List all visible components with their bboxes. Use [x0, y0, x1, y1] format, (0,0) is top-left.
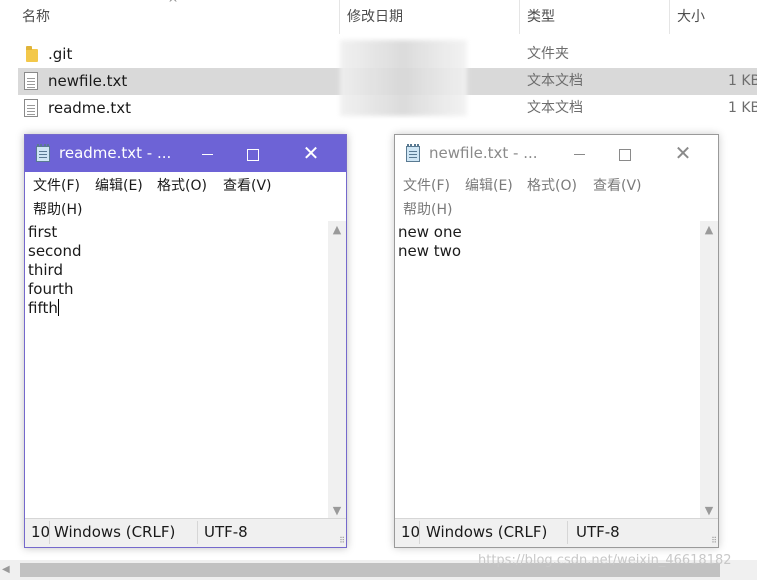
- notepad-window-newfile[interactable]: newfile.txt - ... ✕ 文件(F) 编辑(E) 格式(O) 查看…: [394, 134, 719, 548]
- resize-grip-icon[interactable]: ⠿: [339, 537, 345, 545]
- close-button[interactable]: ✕: [660, 135, 706, 172]
- close-icon: ✕: [674, 141, 692, 165]
- column-type[interactable]: 类型: [527, 0, 555, 34]
- text-file-icon: [24, 99, 38, 117]
- cursor-position: 10: [31, 523, 49, 541]
- file-type: 文本文档: [527, 73, 583, 89]
- cursor-position: 10: [401, 523, 419, 541]
- scroll-up-icon[interactable]: ▲: [328, 221, 346, 238]
- title-bar[interactable]: newfile.txt - ... ✕: [395, 135, 718, 172]
- notepad-icon: [405, 144, 421, 162]
- menu-help[interactable]: 帮助(H): [403, 198, 452, 222]
- maximize-button[interactable]: [602, 135, 648, 172]
- minimize-icon: [573, 154, 585, 155]
- text-line: second: [28, 242, 82, 260]
- close-button[interactable]: ✕: [288, 135, 334, 172]
- notepad-icon: [35, 144, 51, 162]
- file-size: 1 KB: [728, 73, 757, 89]
- status-divider: [49, 521, 50, 544]
- status-bar: 10 Windows (CRLF) UTF-8 ⠿: [395, 518, 718, 547]
- column-divider[interactable]: [669, 0, 670, 34]
- menu-format[interactable]: 格式(O): [527, 174, 577, 198]
- sort-caret-icon: ^: [168, 0, 179, 10]
- line-ending: Windows (CRLF): [54, 523, 176, 541]
- menu-view[interactable]: 查看(V): [223, 174, 272, 198]
- menu-file[interactable]: 文件(F): [33, 174, 80, 198]
- text-line: first: [28, 223, 58, 241]
- status-divider: [419, 521, 420, 544]
- vertical-scrollbar[interactable]: ▲ ▼: [328, 221, 346, 519]
- column-divider[interactable]: [339, 0, 340, 34]
- close-icon: ✕: [302, 141, 320, 165]
- text-caret: [57, 299, 59, 316]
- vertical-scrollbar[interactable]: ▲ ▼: [700, 221, 718, 519]
- text-line: new two: [398, 242, 462, 260]
- column-name[interactable]: 名称: [22, 0, 50, 34]
- file-size: 1 KB: [728, 100, 757, 116]
- file-type: 文本文档: [527, 100, 583, 116]
- scroll-up-icon[interactable]: ▲: [700, 221, 718, 238]
- file-name: .git: [48, 45, 73, 63]
- folder-icon: [26, 46, 38, 62]
- encoding: UTF-8: [204, 523, 248, 541]
- status-divider: [567, 521, 568, 544]
- scroll-left-icon[interactable]: ◀: [2, 560, 10, 580]
- maximize-icon: [619, 148, 631, 161]
- minimize-button[interactable]: [184, 135, 230, 172]
- column-size[interactable]: 大小: [677, 0, 705, 34]
- text-editor[interactable]: new one new two: [395, 221, 700, 519]
- text-line: fifth: [28, 299, 58, 317]
- column-modified[interactable]: 修改日期: [347, 0, 403, 34]
- menu-file[interactable]: 文件(F): [403, 174, 450, 198]
- line-ending: Windows (CRLF): [426, 523, 548, 541]
- notepad-window-readme[interactable]: readme.txt - ... ✕ 文件(F) 编辑(E) 格式(O) 查看(…: [24, 134, 347, 548]
- blurred-dates: [340, 40, 467, 116]
- menu-edit[interactable]: 编辑(E): [465, 174, 513, 198]
- window-title: readme.txt - ...: [59, 144, 172, 162]
- resize-grip-icon[interactable]: ⠿: [711, 537, 717, 545]
- watermark: https://blog.csdn.net/weixin_46618182: [478, 553, 732, 568]
- text-line: third: [28, 261, 63, 279]
- file-type: 文件夹: [527, 46, 569, 62]
- text-line: fourth: [28, 280, 74, 298]
- status-divider: [197, 521, 198, 544]
- scroll-down-icon[interactable]: ▼: [328, 502, 346, 519]
- title-bar[interactable]: readme.txt - ... ✕: [25, 135, 346, 172]
- menu-help[interactable]: 帮助(H): [33, 198, 82, 222]
- encoding: UTF-8: [576, 523, 620, 541]
- maximize-icon: [247, 148, 259, 161]
- menu-bar: 文件(F) 编辑(E) 格式(O) 查看(V) 帮助(H): [25, 172, 346, 220]
- column-divider[interactable]: [519, 0, 520, 34]
- minimize-icon: [201, 154, 213, 155]
- text-file-icon: [24, 72, 38, 90]
- menu-format[interactable]: 格式(O): [157, 174, 207, 198]
- menu-edit[interactable]: 编辑(E): [95, 174, 143, 198]
- menu-view[interactable]: 查看(V): [593, 174, 642, 198]
- window-title: newfile.txt - ...: [429, 144, 538, 162]
- minimize-button[interactable]: [556, 135, 602, 172]
- menu-bar: 文件(F) 编辑(E) 格式(O) 查看(V) 帮助(H): [395, 172, 718, 220]
- status-bar: 10 Windows (CRLF) UTF-8 ⠿: [25, 518, 346, 547]
- file-name: readme.txt: [48, 99, 132, 117]
- text-editor[interactable]: first second third fourth fifth: [25, 221, 328, 519]
- column-header-row: ^ 名称 修改日期 类型 大小: [0, 0, 757, 34]
- maximize-button[interactable]: [230, 135, 276, 172]
- scroll-down-icon[interactable]: ▼: [700, 502, 718, 519]
- file-name: newfile.txt: [48, 72, 128, 90]
- text-line: new one: [398, 223, 462, 241]
